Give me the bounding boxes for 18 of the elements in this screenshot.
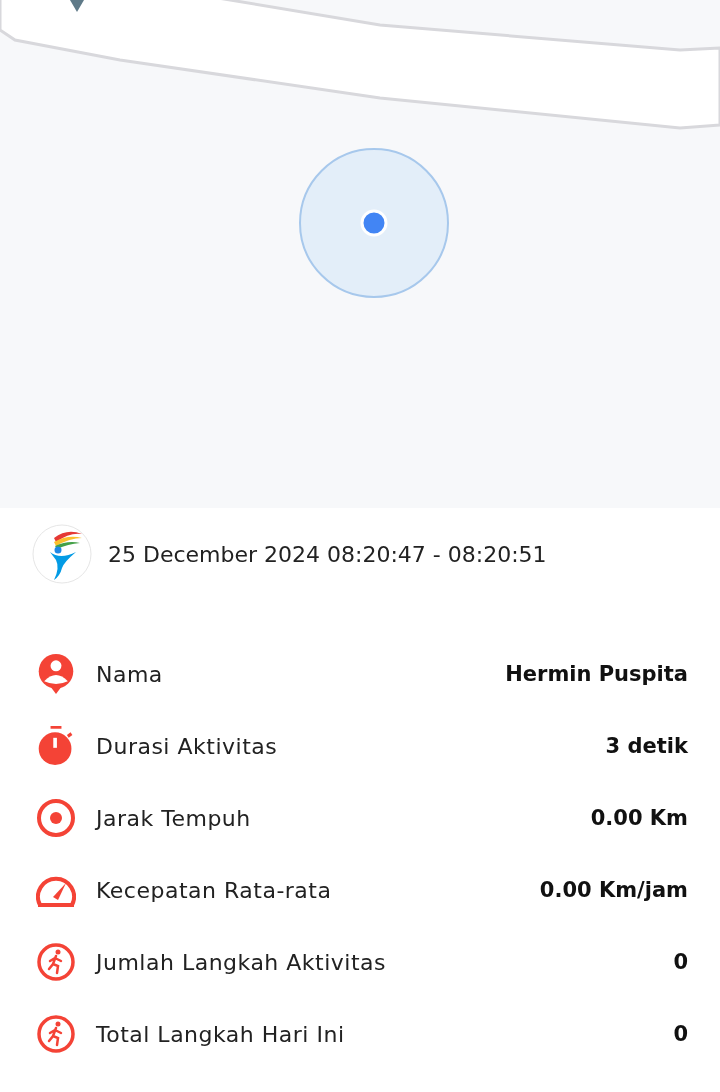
stat-label: Jarak Tempuh xyxy=(96,805,252,831)
stat-label: Durasi Aktivitas xyxy=(96,733,279,759)
date-time-range: 25 December 2024 08:20:47 - 08:20:51 xyxy=(108,541,547,567)
stat-value: 0.00 Km/jam xyxy=(539,878,688,902)
runner-icon xyxy=(36,1014,76,1054)
runner-icon xyxy=(36,942,76,982)
stat-value: Hermin Puspita xyxy=(505,662,688,686)
stat-value: 3 detik xyxy=(605,734,688,758)
stat-value: 0 xyxy=(673,950,688,974)
stat-value: 0.00 Km xyxy=(590,806,688,830)
stat-value: 0 xyxy=(673,1022,688,1046)
target-icon xyxy=(36,798,76,838)
stat-label: Nama xyxy=(96,661,164,687)
stat-label: Jumlah Langkah Aktivitas xyxy=(96,949,388,975)
stat-label: Total Langkah Hari Ini xyxy=(96,1021,346,1047)
user-pin-icon xyxy=(36,654,76,694)
stat-label: Kecepatan Rata-rata xyxy=(96,877,333,903)
logo-icon xyxy=(32,524,92,584)
